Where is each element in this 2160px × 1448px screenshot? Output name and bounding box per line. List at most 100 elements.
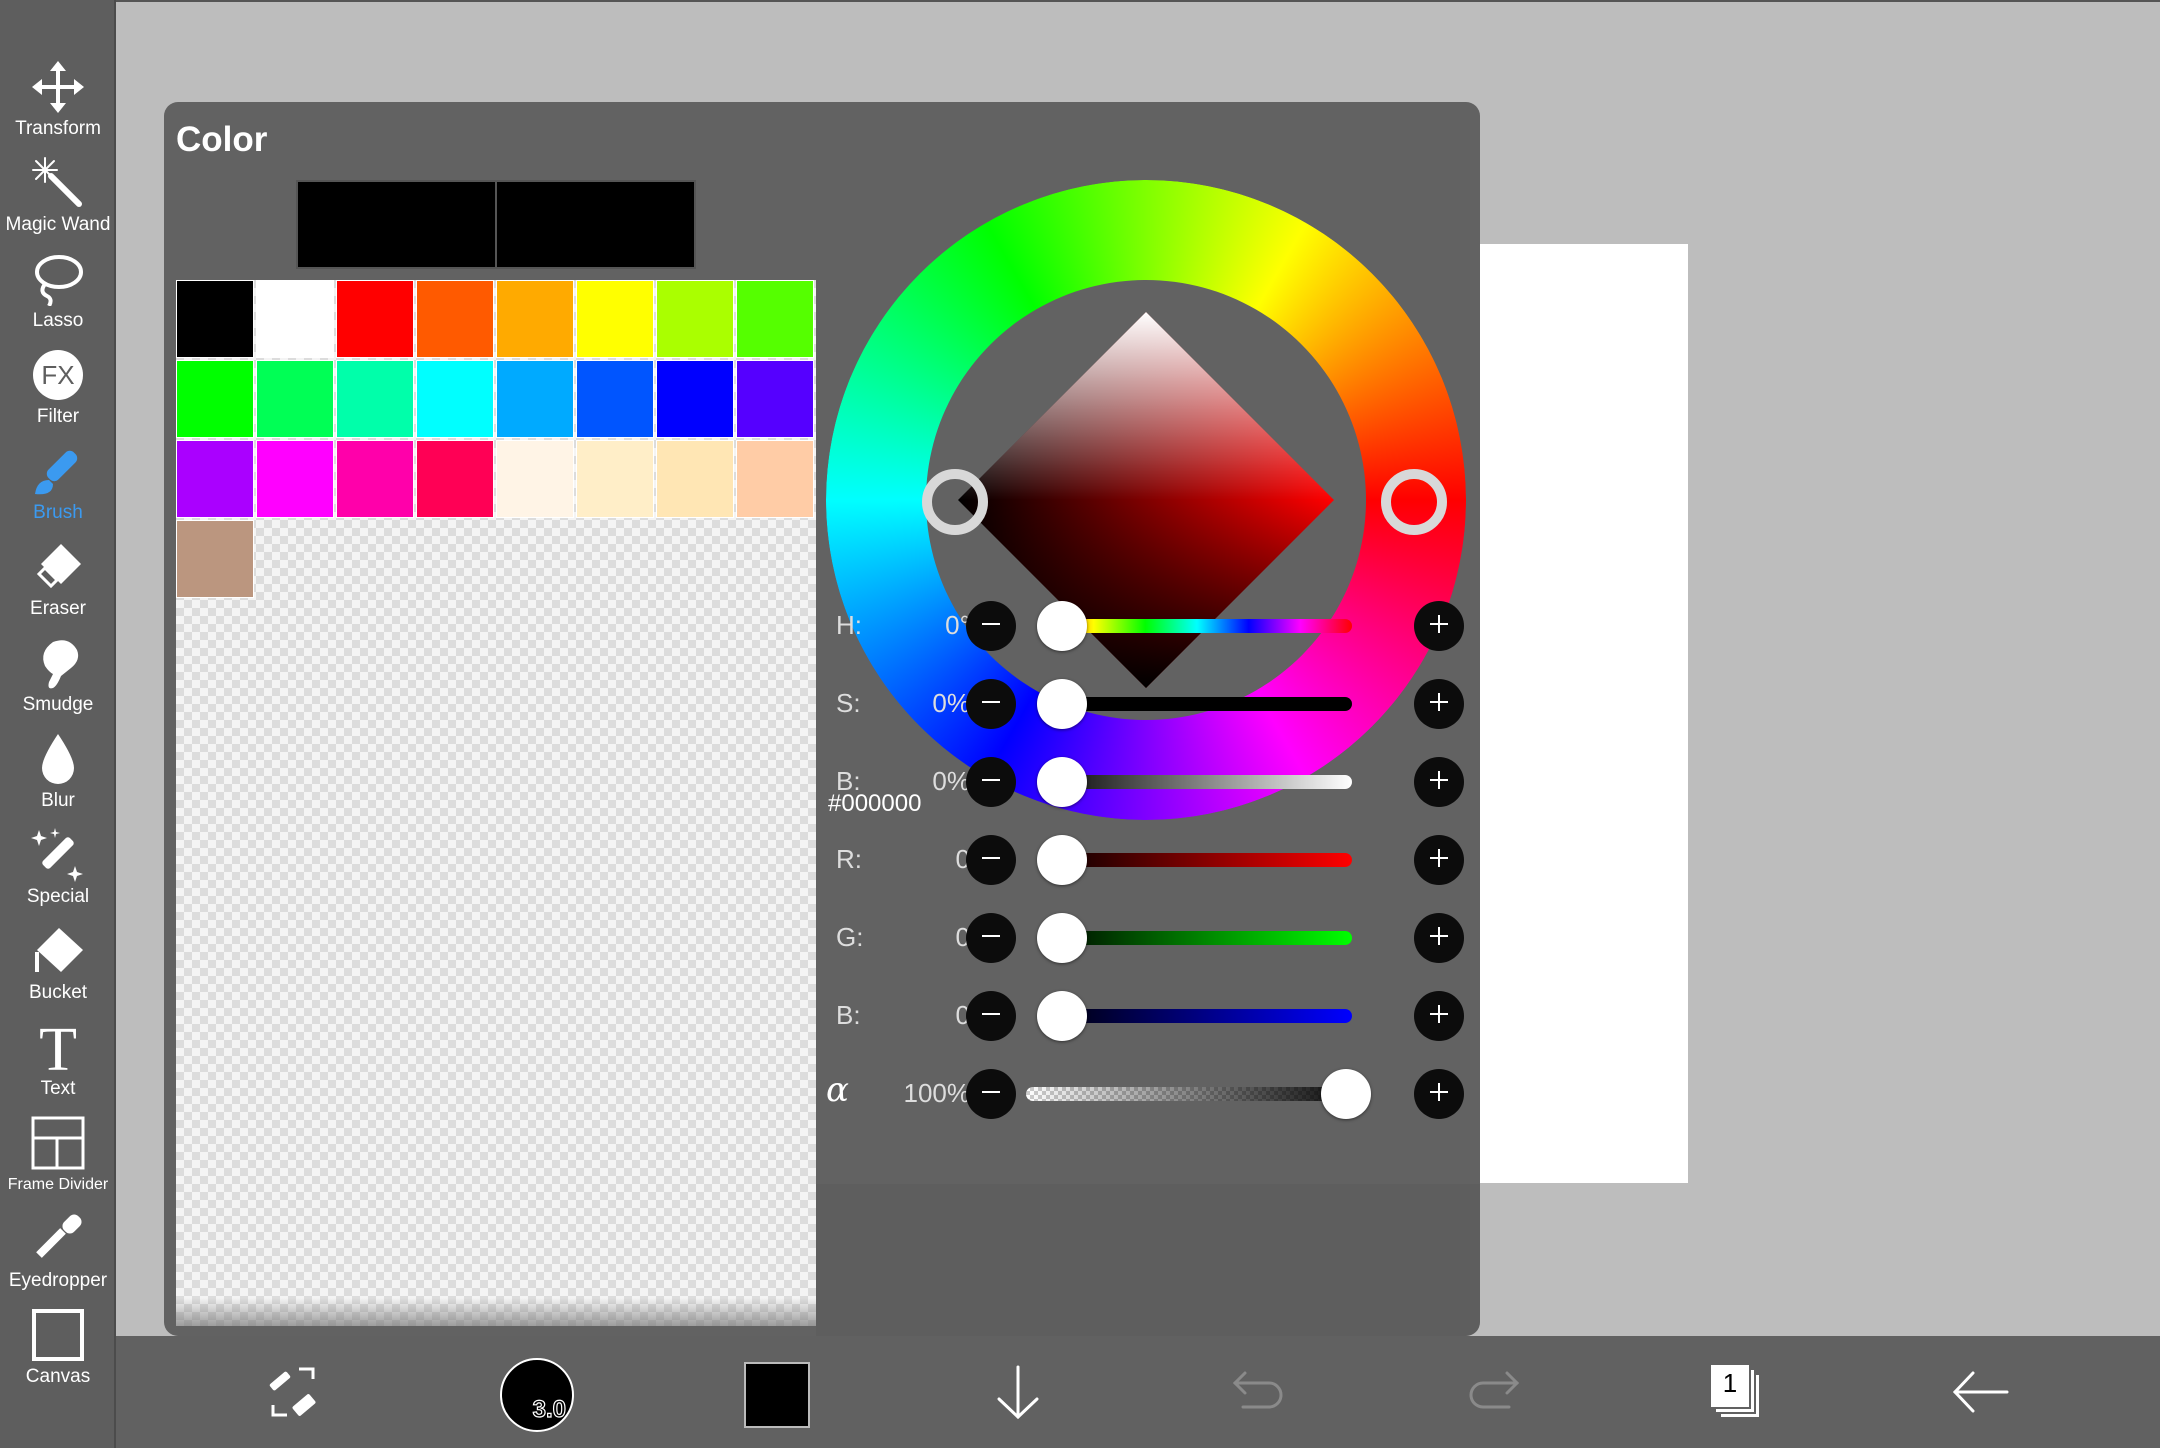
palette-swatch[interactable]: [336, 440, 414, 518]
palette-swatch[interactable]: [336, 360, 414, 438]
slider-knob[interactable]: [1037, 991, 1087, 1041]
palette-swatch[interactable]: [496, 280, 574, 358]
decrement-button[interactable]: [966, 1069, 1016, 1119]
palette-swatch[interactable]: [176, 520, 254, 598]
swap-eraser-icon[interactable]: [260, 1356, 332, 1428]
tool-eyedropper[interactable]: Eyedropper: [0, 1210, 116, 1302]
tool-label: Eyedropper: [8, 1270, 108, 1291]
current-color-swatch[interactable]: [296, 180, 497, 269]
drawing-canvas[interactable]: [1480, 244, 1688, 1183]
tool-special[interactable]: Special: [0, 826, 116, 918]
decrement-button[interactable]: [966, 991, 1016, 1041]
palette-swatch[interactable]: [496, 440, 574, 518]
layer-count-value: 1: [1722, 1368, 1738, 1398]
slider-track[interactable]: [1042, 619, 1352, 633]
decrement-button[interactable]: [966, 679, 1016, 729]
palette-swatch[interactable]: [576, 360, 654, 438]
layers-icon[interactable]: 1: [1706, 1358, 1766, 1424]
palette-swatch[interactable]: [256, 360, 334, 438]
lasso-icon: [28, 250, 88, 308]
plus-icon: [1427, 846, 1451, 875]
tool-eraser[interactable]: Eraser: [0, 538, 116, 630]
palette-swatch[interactable]: [176, 280, 254, 358]
undo-icon[interactable]: [1220, 1356, 1292, 1428]
palette-swatch[interactable]: [416, 280, 494, 358]
tool-filter[interactable]: FX Filter: [0, 346, 116, 438]
slider-value: 0%: [932, 688, 970, 718]
tool-transform[interactable]: Transform: [0, 58, 116, 150]
palette-swatch[interactable]: [176, 360, 254, 438]
tool-canvas[interactable]: Canvas: [0, 1306, 116, 1398]
slider-row-red: R: 0: [816, 830, 1480, 890]
slider-track[interactable]: [1042, 697, 1352, 711]
download-arrow-icon[interactable]: [982, 1356, 1054, 1428]
tool-label: Brush: [33, 502, 83, 523]
increment-button[interactable]: [1414, 679, 1464, 729]
palette-swatch[interactable]: [416, 440, 494, 518]
tool-label: Frame Divider: [7, 1176, 109, 1193]
slider-knob[interactable]: [1037, 679, 1087, 729]
primary-color-button[interactable]: [744, 1362, 810, 1428]
increment-button[interactable]: [1414, 991, 1464, 1041]
palette-swatch[interactable]: [176, 440, 254, 518]
decrement-button[interactable]: [966, 757, 1016, 807]
plus-icon: [1427, 1080, 1451, 1109]
palette-swatch[interactable]: [416, 360, 494, 438]
palette-swatch[interactable]: [736, 280, 814, 358]
increment-button[interactable]: [1414, 1069, 1464, 1119]
text-t-icon: T: [28, 1018, 88, 1076]
palette-swatch[interactable]: [256, 440, 334, 518]
slider-knob[interactable]: [1037, 757, 1087, 807]
slider-label: H:: [836, 610, 862, 640]
palette-swatch[interactable]: [576, 440, 654, 518]
decrement-button[interactable]: [966, 835, 1016, 885]
slider-knob[interactable]: [1321, 1069, 1371, 1119]
palette-swatch[interactable]: [736, 440, 814, 518]
slider-label: B:: [836, 1000, 861, 1030]
tool-frame-divider[interactable]: Frame Divider: [0, 1114, 116, 1206]
tool-blur[interactable]: Blur: [0, 730, 116, 822]
tool-magic-wand[interactable]: Magic Wand: [0, 154, 116, 246]
brush-size-button[interactable]: 3.0: [500, 1358, 574, 1432]
palette-fade: [176, 1298, 816, 1326]
palette-swatch[interactable]: [496, 360, 574, 438]
decrement-button[interactable]: [966, 913, 1016, 963]
slider-row-saturation: S: 0%: [816, 674, 1480, 734]
slider-value: 100%: [903, 1078, 971, 1108]
brush-size-value: 3.0: [532, 1395, 567, 1423]
previous-color-swatch[interactable]: [495, 180, 696, 269]
slider-track[interactable]: [1042, 775, 1352, 789]
tool-lasso[interactable]: Lasso: [0, 250, 116, 342]
slider-track[interactable]: [1042, 1009, 1352, 1023]
slider-track[interactable]: [1026, 1087, 1366, 1101]
brush-icon: [28, 442, 88, 500]
increment-button[interactable]: [1414, 601, 1464, 651]
slider-knob[interactable]: [1037, 835, 1087, 885]
palette-swatch[interactable]: [736, 360, 814, 438]
palette-swatch[interactable]: [256, 280, 334, 358]
increment-button[interactable]: [1414, 913, 1464, 963]
slider-track[interactable]: [1042, 931, 1352, 945]
increment-button[interactable]: [1414, 835, 1464, 885]
tool-smudge[interactable]: Smudge: [0, 634, 116, 726]
tool-label: Magic Wand: [5, 214, 111, 235]
tool-label: Special: [26, 886, 90, 907]
slider-knob[interactable]: [1037, 913, 1087, 963]
palette-swatch[interactable]: [656, 360, 734, 438]
palette-swatch[interactable]: [656, 440, 734, 518]
palette-swatch[interactable]: [576, 280, 654, 358]
back-arrow-icon[interactable]: [1944, 1356, 2016, 1428]
tool-label: Canvas: [25, 1366, 91, 1387]
palette-swatch[interactable]: [656, 280, 734, 358]
tool-brush[interactable]: Brush: [0, 442, 116, 534]
slider-label: B:: [836, 766, 861, 796]
redo-icon[interactable]: [1460, 1356, 1532, 1428]
palette-swatch[interactable]: [336, 280, 414, 358]
slider-track[interactable]: [1042, 853, 1352, 867]
tool-bucket[interactable]: Bucket: [0, 922, 116, 1014]
plus-icon: [1427, 1002, 1451, 1031]
slider-knob[interactable]: [1037, 601, 1087, 651]
tool-text[interactable]: T Text: [0, 1018, 116, 1110]
decrement-button[interactable]: [966, 601, 1016, 651]
increment-button[interactable]: [1414, 757, 1464, 807]
